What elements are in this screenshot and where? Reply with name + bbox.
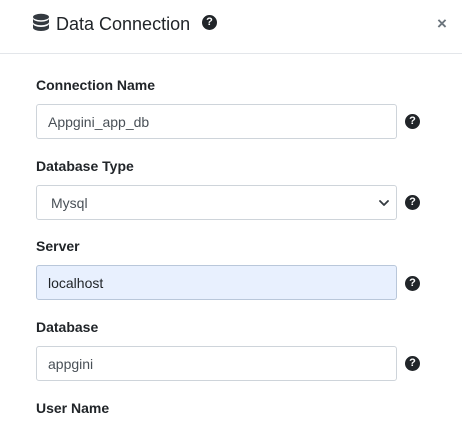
database-type-label: Database Type xyxy=(36,158,134,174)
data-connection-dialog: Data Connection ? × Connection Name Appg… xyxy=(0,0,462,424)
dialog-header: Data Connection ? × xyxy=(0,0,462,54)
database-label: Database xyxy=(36,319,99,335)
server-value: localhost xyxy=(48,275,104,291)
database-icon xyxy=(33,13,49,31)
connection-name-value: Appgini_app_db xyxy=(48,114,150,130)
server-help-icon[interactable]: ? xyxy=(405,276,420,291)
server-input[interactable]: localhost xyxy=(36,265,397,300)
connection-name-label: Connection Name xyxy=(36,77,156,93)
server-label: Server xyxy=(36,238,80,254)
database-type-select[interactable]: Mysql xyxy=(36,185,397,220)
close-icon[interactable]: × xyxy=(437,14,447,34)
connection-name-input[interactable]: Appgini_app_db xyxy=(36,104,397,139)
dialog-title: Data Connection xyxy=(56,14,191,34)
database-input[interactable]: appgini xyxy=(36,346,397,381)
connection-name-help-icon[interactable]: ? xyxy=(405,114,420,129)
database-type-help-icon[interactable]: ? xyxy=(405,195,420,210)
help-icon[interactable]: ? xyxy=(202,15,217,30)
database-value: appgini xyxy=(48,356,94,372)
chevron-down-icon xyxy=(379,200,389,206)
user-name-label: User Name xyxy=(36,400,110,416)
database-type-value: Mysql xyxy=(51,195,88,211)
database-help-icon[interactable]: ? xyxy=(405,356,420,371)
